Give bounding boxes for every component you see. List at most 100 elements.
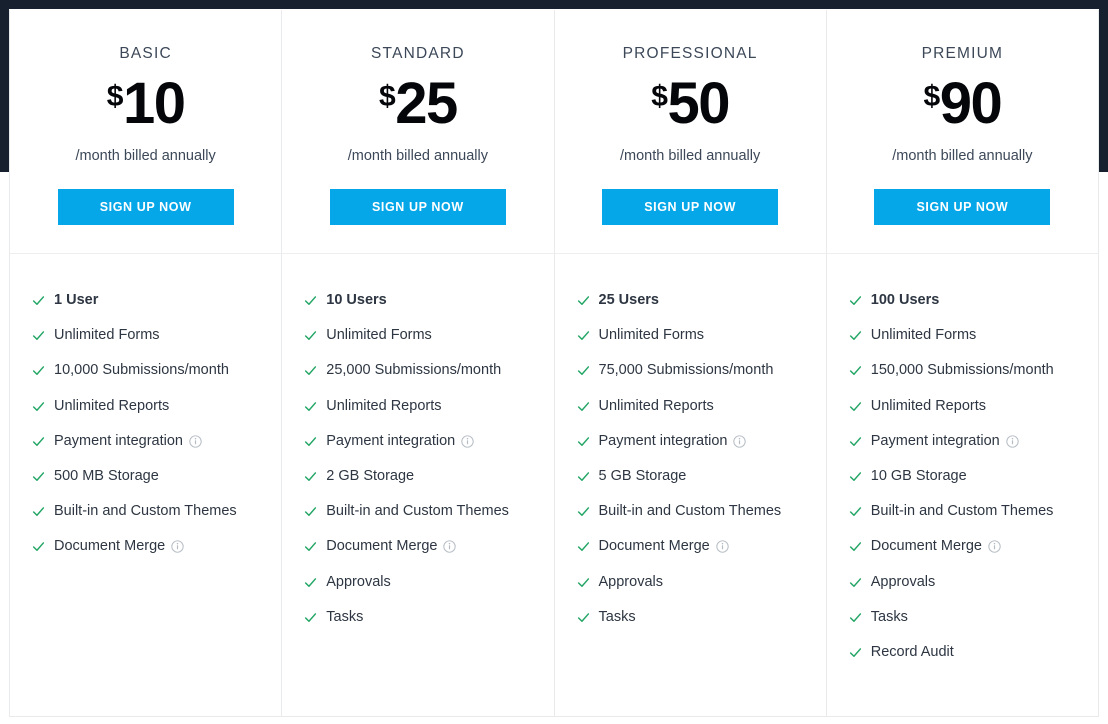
info-icon[interactable]	[733, 435, 747, 448]
feature-label: Document Merge	[598, 538, 710, 555]
feature-label: Payment integration	[326, 432, 456, 449]
plan-billing-note: /month billed annually	[892, 147, 1033, 164]
price-currency: $	[379, 79, 396, 113]
check-icon	[577, 366, 589, 376]
feature-label: Unlimited Forms	[326, 327, 432, 344]
feature-label: 150,000 Submissions/month	[870, 362, 1054, 379]
feature-label: Document Merge	[870, 538, 982, 555]
signup-button[interactable]: SIGN UP NOW	[329, 189, 506, 226]
signup-button[interactable]: SIGN UP NOW	[874, 189, 1051, 226]
check-icon	[305, 436, 317, 446]
check-icon	[305, 366, 317, 376]
info-icon[interactable]	[189, 435, 202, 448]
feature-label: Payment integration	[54, 432, 183, 449]
check-icon	[305, 507, 317, 517]
check-icon	[305, 472, 317, 481]
feature-label: Unlimited Reports	[54, 397, 170, 414]
price-amount: 90	[939, 70, 1003, 136]
feature-item: Tasks	[827, 610, 1098, 645]
check-icon	[577, 612, 589, 622]
check-icon	[32, 296, 45, 305]
feature-label: Approvals	[870, 573, 936, 590]
check-icon	[849, 366, 861, 376]
feature-list: 1 User Unlimited Forms 10,000 Submissions/…	[10, 254, 281, 716]
feature-item: Unlimited Reports	[10, 399, 281, 434]
plan-header: PREMIUM $90/month billed annually SIGN UP …	[826, 10, 1098, 254]
plan-header: STANDARD $25/month billed annually SIGN UP…	[282, 10, 554, 254]
check-icon	[849, 542, 861, 552]
feature-label: Approvals	[326, 573, 391, 590]
feature-label: 500 MB Storage	[54, 467, 159, 484]
feature-item: 10 Users	[282, 293, 553, 328]
feature-item: 100 Users	[827, 293, 1098, 328]
info-icon[interactable]	[716, 540, 729, 553]
feature-label: Document Merge	[54, 538, 166, 555]
feature-label: 2 GB Storage	[326, 467, 415, 484]
feature-item: Payment integration	[555, 434, 826, 469]
check-icon	[305, 401, 317, 411]
page-right-rail	[1099, 0, 1108, 172]
plan-name: PREMIUM	[921, 45, 1004, 62]
signup-button[interactable]: SIGN UP NOW	[57, 189, 234, 226]
feature-item: Payment integration	[827, 434, 1098, 469]
feature-list: 10 Users Unlimited Forms 25,000 Submission…	[282, 254, 553, 716]
check-icon	[849, 296, 861, 305]
plan-name: STANDARD	[371, 45, 465, 62]
feature-item: Payment integration	[282, 434, 553, 469]
page-top-bar	[0, 0, 1108, 9]
check-icon	[849, 507, 861, 517]
plan-price: $10	[106, 74, 186, 132]
feature-label: 25,000 Submissions/month	[326, 362, 502, 379]
plan-price: $25	[379, 70, 458, 136]
feature-item: Built-in and Custom Themes	[10, 504, 281, 539]
feature-label: 10 GB Storage	[870, 467, 967, 484]
info-icon[interactable]	[443, 540, 457, 553]
feature-item: 150,000 Submissions/month	[827, 363, 1098, 398]
plan-price: $90	[924, 70, 1003, 136]
feature-label: 25 Users	[598, 292, 659, 308]
check-icon	[32, 507, 45, 517]
check-icon	[849, 612, 861, 622]
feature-item: Approvals	[827, 573, 1098, 610]
feature-item: Document Merge	[282, 539, 553, 574]
check-icon	[577, 331, 589, 341]
info-icon[interactable]	[461, 435, 474, 448]
check-icon	[305, 577, 317, 587]
feature-item: Tasks	[555, 610, 826, 645]
feature-item: Built-in and Custom Themes	[555, 504, 826, 539]
feature-list: 25 Users Unlimited Forms 75,000 Submission…	[555, 254, 826, 716]
page-left-rail	[0, 0, 9, 172]
feature-label: 10 Users	[326, 292, 387, 308]
feature-item: 10 GB Storage	[827, 469, 1098, 504]
check-icon	[849, 331, 861, 341]
feature-item: Unlimited Reports	[827, 399, 1098, 434]
feature-item: Approvals	[555, 573, 826, 610]
price-currency: $	[106, 79, 124, 113]
feature-item: Approvals	[282, 573, 553, 610]
plan-column-standard: STANDARD $25/month billed annually SIGN UP…	[282, 10, 555, 716]
feature-label: Built-in and Custom Themes	[54, 503, 237, 520]
feature-item: Document Merge	[10, 539, 281, 574]
feature-label: Unlimited Forms	[870, 327, 977, 344]
feature-item: 75,000 Submissions/month	[555, 363, 826, 398]
feature-label: 5 GB Storage	[598, 467, 687, 484]
check-icon	[305, 542, 317, 552]
plan-price: $50	[651, 74, 730, 132]
feature-label: Unlimited Reports	[326, 397, 442, 414]
feature-list: 100 Users Unlimited Forms 150,000 Submissi…	[827, 254, 1098, 716]
pricing-table: BASIC $10/month billed annually SIGN UP NO…	[9, 10, 1099, 717]
check-icon	[577, 472, 589, 481]
feature-item: Tasks	[282, 610, 553, 645]
feature-label: Approvals	[598, 573, 663, 590]
feature-item: Unlimited Forms	[555, 328, 826, 363]
check-icon	[849, 472, 861, 481]
check-icon	[849, 436, 861, 446]
plan-header: BASIC $10/month billed annually SIGN UP NO…	[10, 10, 282, 254]
feature-item: 1 User	[10, 293, 281, 328]
info-icon[interactable]	[171, 540, 184, 553]
info-icon[interactable]	[988, 540, 1001, 553]
signup-button[interactable]: SIGN UP NOW	[602, 189, 779, 226]
info-icon[interactable]	[1006, 435, 1019, 448]
plan-column-basic: BASIC $10/month billed annually SIGN UP NO…	[10, 10, 283, 716]
price-amount: 25	[395, 70, 458, 136]
